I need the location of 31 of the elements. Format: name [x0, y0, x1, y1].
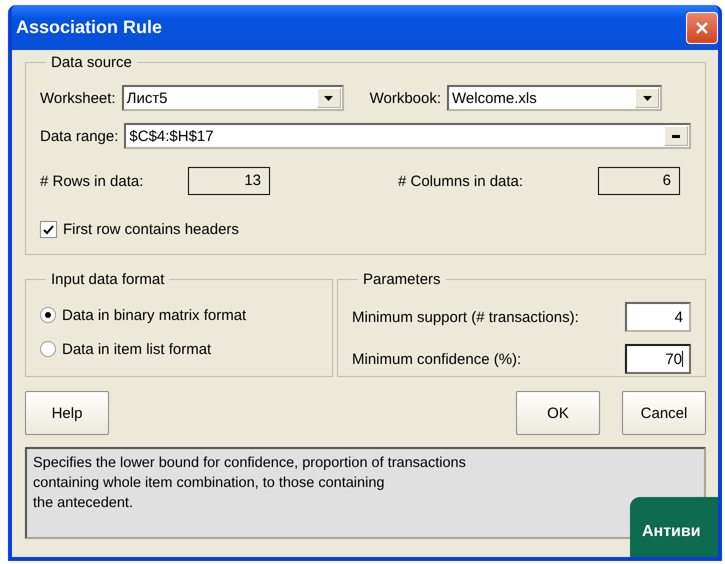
rows-value: 13 — [188, 167, 270, 195]
worksheet-dropdown[interactable]: Лист5 — [122, 85, 344, 111]
checkbox-label: First row contains headers — [63, 221, 239, 238]
dialog-button[interactable]: Cancel — [622, 391, 706, 435]
parameter-label: Minimum confidence (%): — [352, 350, 522, 368]
workbook-label: Workbook: — [370, 90, 442, 106]
workbook-dropdown[interactable]: Welcome.xls — [447, 85, 662, 111]
data-range-field[interactable]: $C$4:$H$17 — [124, 123, 691, 149]
worksheet-label: Worksheet: — [40, 90, 116, 106]
collapse-icon[interactable] — [664, 126, 688, 146]
help-button[interactable]: Help — [25, 391, 109, 435]
group-title: Input data format — [50, 271, 166, 288]
columns-label: # Columns in data: — [398, 172, 524, 190]
radio-label: Data in binary matrix format — [62, 306, 246, 324]
dialog-button[interactable]: OK — [516, 391, 600, 435]
close-icon — [695, 20, 709, 34]
input-field[interactable]: 70 — [625, 344, 691, 374]
parameter-label: Minimum support (# transactions): — [352, 308, 579, 326]
radio-button[interactable] — [40, 307, 56, 323]
close-button[interactable] — [686, 12, 718, 44]
checkbox[interactable] — [40, 221, 57, 238]
radio-button[interactable] — [40, 341, 56, 357]
rows-label: # Rows in data: — [40, 172, 144, 190]
radio-label: Data in item list format — [62, 340, 212, 358]
group-title: Parameters — [362, 271, 442, 288]
data-range-label: Data range: — [40, 128, 118, 144]
group-title: Data source — [50, 54, 133, 71]
window-title: Association Rule — [16, 17, 162, 38]
popup-badge[interactable]: Антиви — [630, 497, 718, 557]
input-field[interactable]: 4 — [625, 302, 691, 332]
columns-value: 6 — [598, 167, 680, 195]
